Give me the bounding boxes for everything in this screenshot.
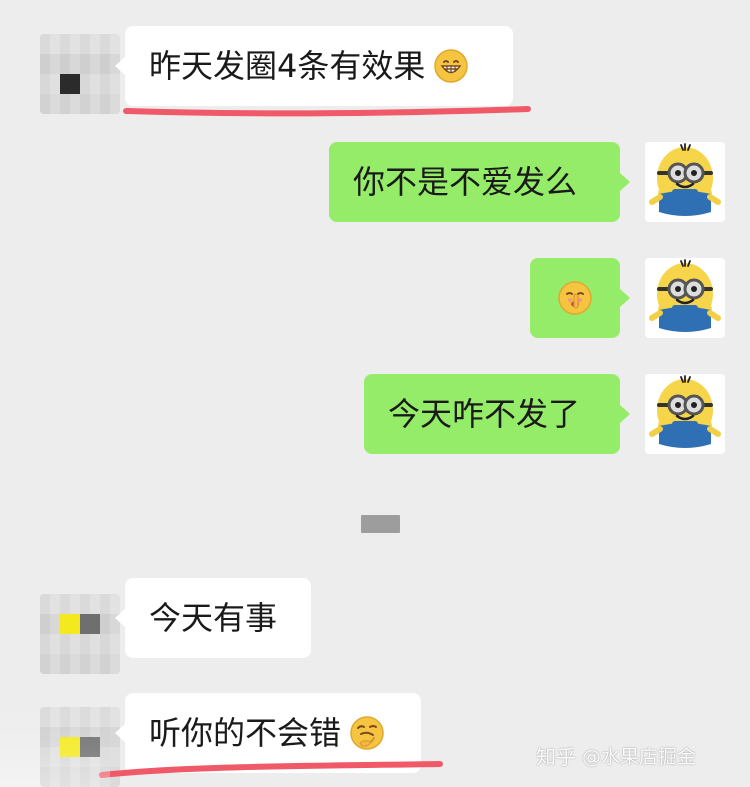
grin-emoji bbox=[434, 49, 469, 83]
message-bubble-received[interactable]: 今天有事 bbox=[115, 578, 311, 658]
message-text: 听你的不会错 bbox=[149, 714, 342, 752]
message-text: 今天咋不发了 bbox=[388, 395, 581, 433]
mosaic-avatar-block bbox=[80, 737, 100, 757]
watermark-handle: @水果店掘金 bbox=[582, 745, 697, 768]
chat-window: 昨天发圈4条有效果 你不是不爱发么 今天咋不发了 今天有事 听你的不会错 知乎 … bbox=[0, 0, 750, 787]
message-text: 昨天发圈4条有效果 bbox=[149, 47, 426, 85]
shush-emoji bbox=[558, 281, 592, 315]
self-avatar[interactable] bbox=[645, 374, 725, 454]
message-bubble-sent[interactable]: 今天咋不发了 bbox=[364, 374, 630, 454]
contact-avatar[interactable] bbox=[40, 34, 120, 114]
contact-avatar[interactable] bbox=[40, 594, 120, 674]
watermark: 知乎 @水果店掘金 bbox=[536, 740, 746, 770]
self-avatar[interactable] bbox=[645, 258, 725, 338]
message-text: 今天有事 bbox=[149, 599, 278, 637]
minion-avatar-icon bbox=[645, 374, 725, 454]
mosaic-avatar-icon bbox=[60, 74, 80, 94]
minion-avatar-icon bbox=[645, 142, 725, 222]
message-bubble-sent[interactable]: 你不是不爱发么 bbox=[329, 142, 630, 222]
message-bubble-received[interactable]: 听你的不会错 bbox=[115, 693, 421, 773]
mosaic-avatar-icon bbox=[60, 614, 80, 634]
message-bubble-sent[interactable] bbox=[530, 258, 630, 338]
message-text: 你不是不爱发么 bbox=[353, 163, 578, 201]
thinking-emoji bbox=[350, 716, 384, 750]
message-bubble-received[interactable]: 昨天发圈4条有效果 bbox=[115, 26, 513, 106]
timestamp-placeholder bbox=[361, 515, 400, 533]
self-avatar[interactable] bbox=[645, 142, 725, 222]
minion-avatar-icon bbox=[645, 258, 725, 338]
contact-avatar[interactable] bbox=[40, 707, 120, 787]
watermark-brand: 知乎 bbox=[536, 744, 576, 769]
mosaic-avatar-icon bbox=[60, 737, 80, 757]
mosaic-avatar-block bbox=[80, 614, 100, 634]
